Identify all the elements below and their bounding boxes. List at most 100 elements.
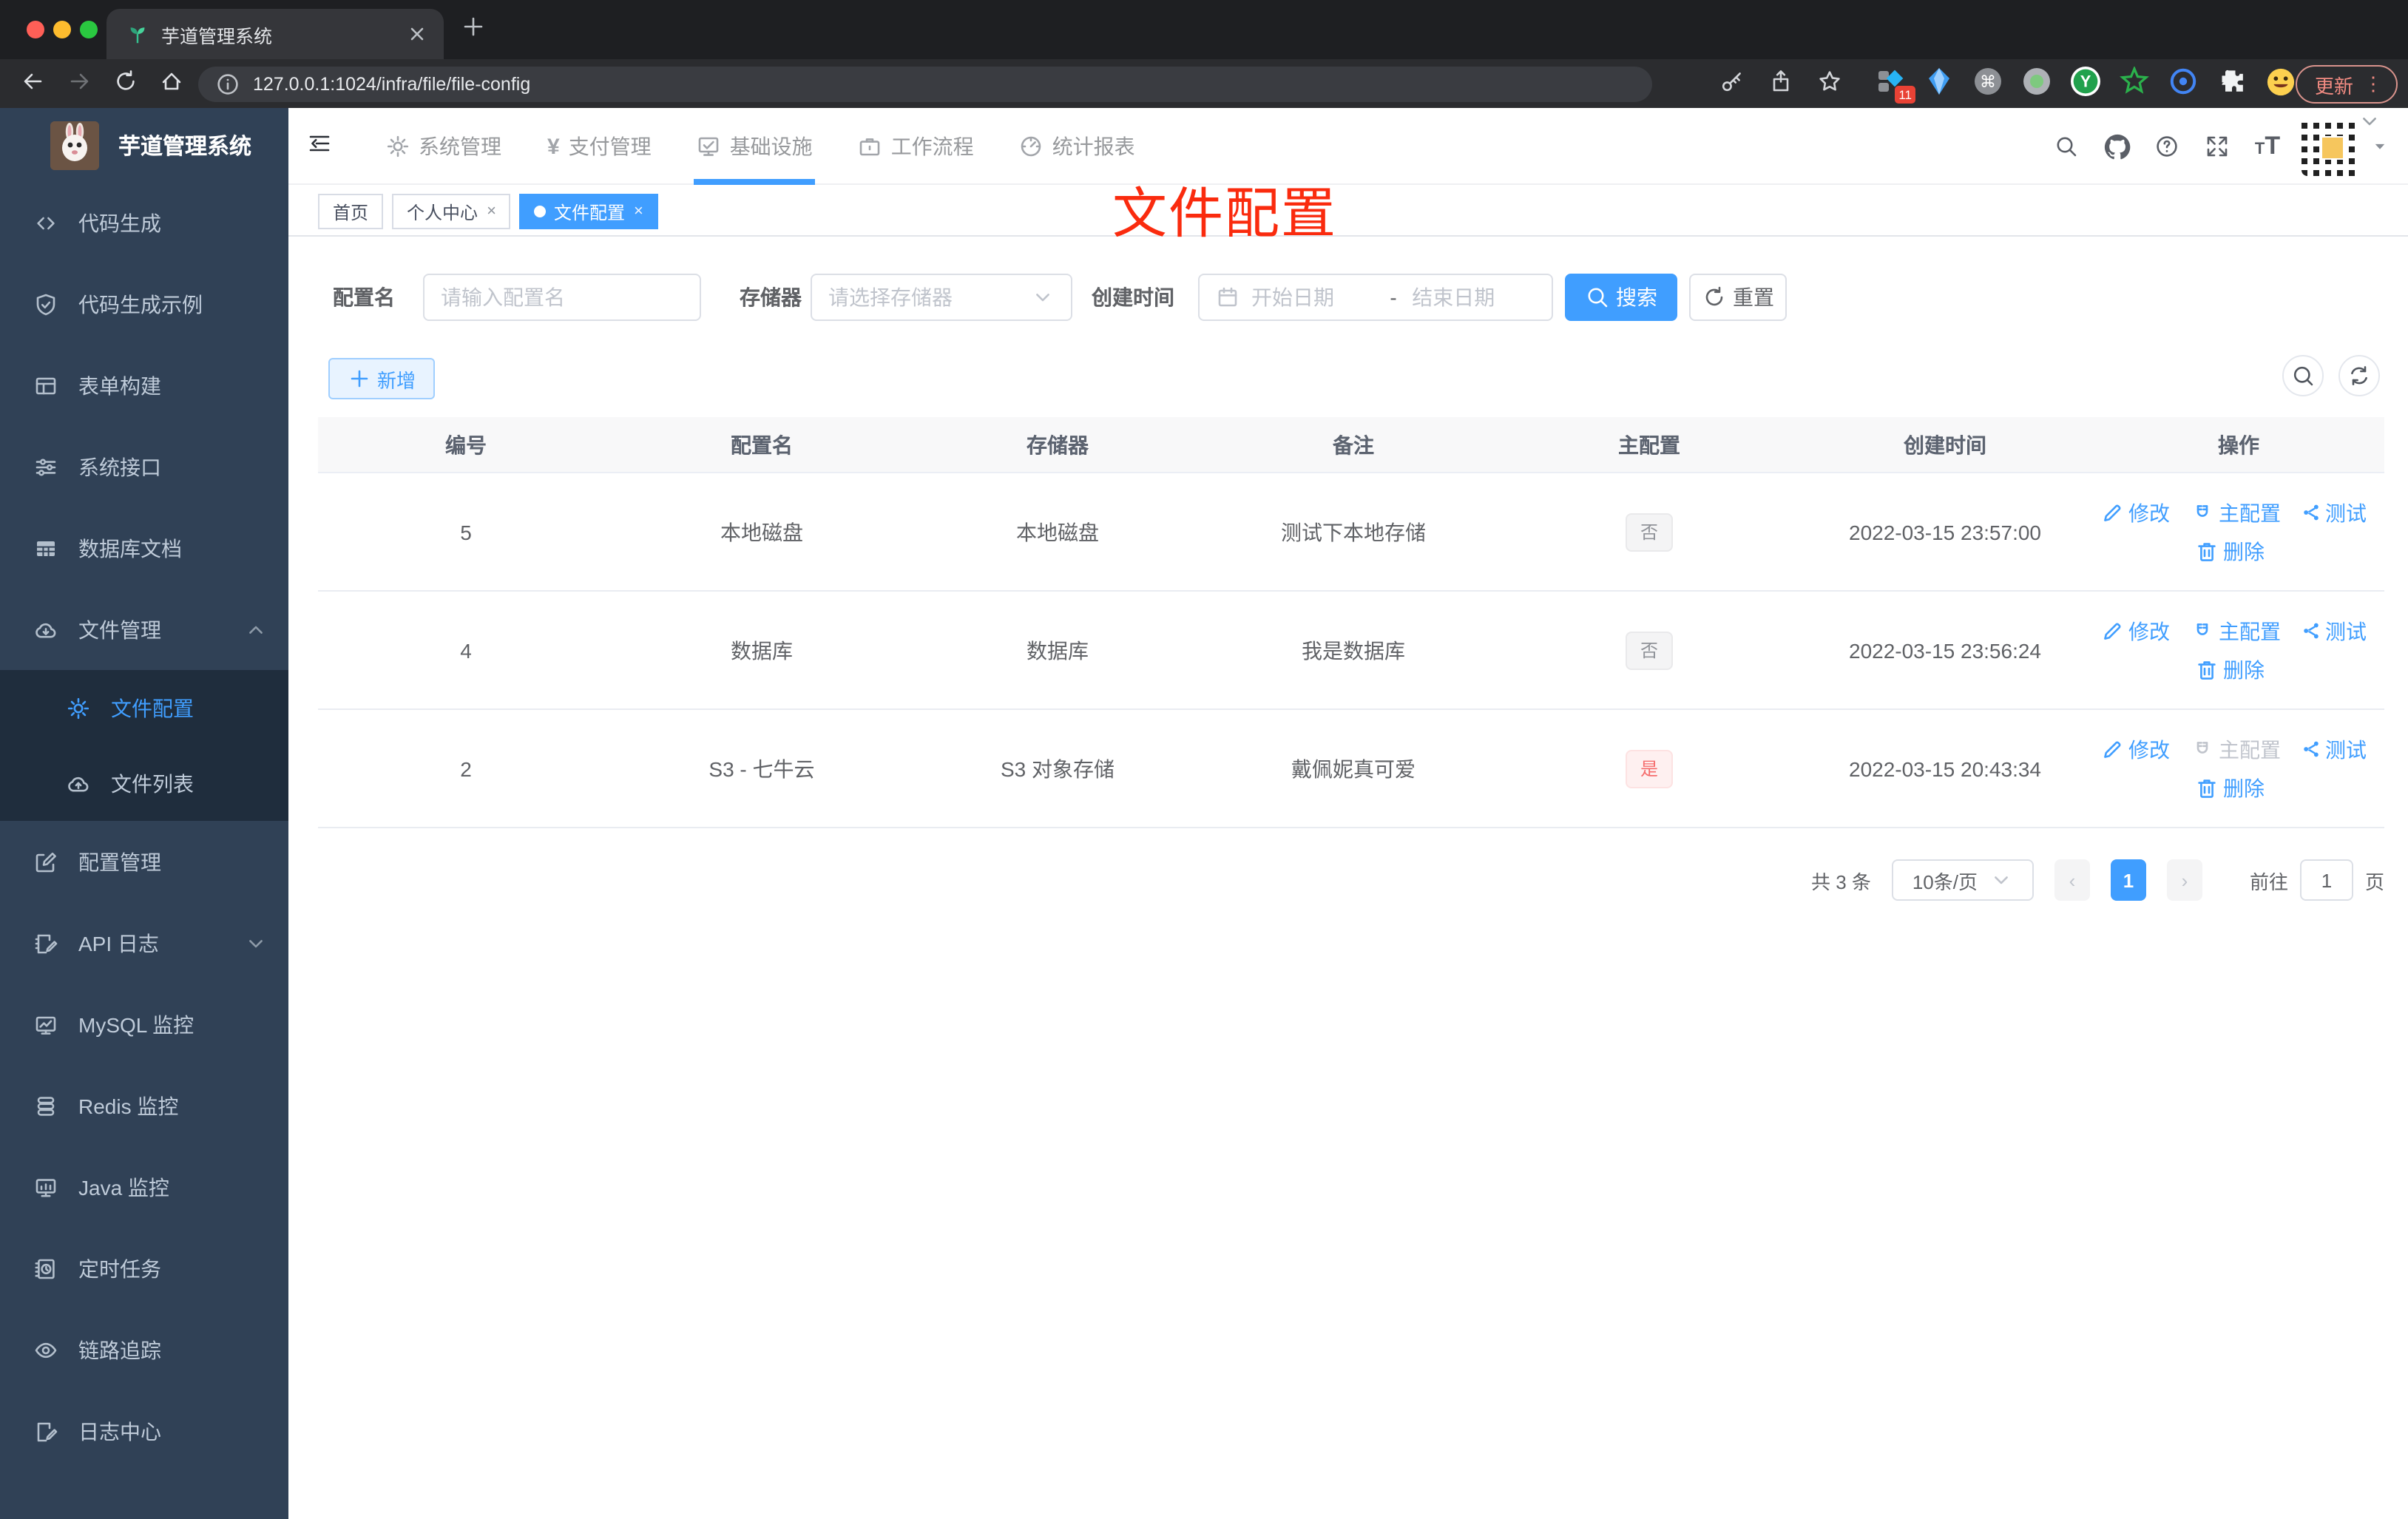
edit-action[interactable]: 修改 <box>2100 616 2170 646</box>
master-action[interactable]: 主配置 <box>2191 498 2281 527</box>
master-action[interactable]: 主配置 <box>2191 616 2281 646</box>
sidebar-item-6[interactable]: 配置管理 <box>0 821 288 902</box>
prev-page-button[interactable]: ‹ <box>2054 859 2090 901</box>
sliders-icon <box>33 455 59 478</box>
back-icon[interactable] <box>21 70 44 93</box>
bookmark-star-icon[interactable] <box>1818 70 1841 93</box>
url-bar[interactable]: 127.0.0.1:1024/infra/file/file-config <box>198 67 1652 102</box>
svg-text:⌘: ⌘ <box>1980 72 1996 91</box>
reset-button[interactable]: 重置 <box>1689 274 1787 321</box>
test-action[interactable]: 测试 <box>2302 734 2367 764</box>
avatar[interactable] <box>2302 117 2361 176</box>
ext-rings-icon[interactable] <box>2168 67 2198 96</box>
date-range-picker[interactable]: 开始日期 - 结束日期 <box>1198 274 1553 321</box>
storage-select[interactable]: 请选择存储器 <box>811 274 1072 321</box>
sidebar-subitem-1[interactable]: 文件列表 <box>0 745 288 821</box>
column-header-3: 备注 <box>1333 433 1374 456</box>
toolbar-collapse-chevron-icon[interactable] <box>2358 109 2381 133</box>
nav-item-0[interactable]: 系统管理 <box>383 108 504 185</box>
nav-item-3[interactable]: 工作流程 <box>856 108 977 185</box>
sidebar-item-4[interactable]: 数据库文档 <box>0 507 288 589</box>
page-1-button[interactable]: 1 <box>2110 859 2146 901</box>
traffic-zoom-button[interactable] <box>80 21 98 38</box>
browser-tab[interactable]: 芋道管理系统 <box>106 9 444 59</box>
github-icon[interactable] <box>2091 132 2142 160</box>
page-size-select[interactable]: 10条/页 <box>1891 859 2034 901</box>
filter-storage-label: 存储器 <box>740 285 802 309</box>
cell-remark: 戴佩妮真可爱 <box>1291 757 1416 780</box>
delete-action[interactable]: 删除 <box>2195 654 2265 684</box>
font-size-icon[interactable]: TT <box>2242 133 2293 160</box>
ext-cmd-icon[interactable]: ⌘ <box>1973 67 2003 96</box>
plus-icon <box>348 367 371 390</box>
browser-update-button[interactable]: 更新 ⋮ <box>2296 65 2398 104</box>
cell-id: 2 <box>460 757 472 780</box>
tag-1[interactable]: 个人中心 × <box>392 194 511 229</box>
delete-action[interactable]: 删除 <box>2195 536 2265 566</box>
tag-2[interactable]: 文件配置 × <box>519 194 658 229</box>
main-content: 配置名 请输入配置名 存储器 请选择存储器 创建时间 开始日期 - 结束日期 搜… <box>288 237 2408 1519</box>
ext-greendot-icon[interactable] <box>2022 67 2052 96</box>
forward-icon[interactable] <box>68 70 92 93</box>
ext-puzzle-icon[interactable] <box>2217 67 2247 96</box>
edit-action[interactable]: 修改 <box>2100 498 2170 527</box>
infra-icon <box>697 135 721 158</box>
table-refresh-button[interactable] <box>2338 355 2380 396</box>
home-icon[interactable] <box>160 70 183 93</box>
collapse-sidebar-icon[interactable] <box>308 132 331 155</box>
tab-close-icon[interactable] <box>405 22 429 46</box>
ext-ycircle-icon[interactable]: Y <box>2071 67 2100 96</box>
goto-page-input[interactable]: 1 <box>2299 859 2353 901</box>
share-icon[interactable] <box>1769 70 1793 93</box>
tag-close-icon[interactable]: × <box>634 203 643 220</box>
avatar-caret-icon[interactable] <box>2373 139 2387 154</box>
ext-emoji-icon[interactable] <box>2266 67 2296 96</box>
sidebar-item-3[interactable]: 系统接口 <box>0 426 288 507</box>
master-action[interactable]: 主配置 <box>2191 734 2281 764</box>
add-button[interactable]: 新增 <box>328 358 435 399</box>
sidebar-item-0[interactable]: 代码生成 <box>0 182 288 263</box>
config-name-input[interactable]: 请输入配置名 <box>423 274 701 321</box>
site-info-icon[interactable] <box>216 72 240 96</box>
password-key-icon[interactable] <box>1720 70 1744 93</box>
filter-name-label: 配置名 <box>333 285 395 309</box>
screen: 芋道管理系统 127.0.0.1:1024/infra/file/file-co… <box>0 0 2408 1519</box>
search-button[interactable]: 搜索 <box>1565 274 1677 321</box>
ext-gem-icon[interactable] <box>1924 67 1954 96</box>
delete-action[interactable]: 删除 <box>2195 773 2265 802</box>
help-icon[interactable] <box>2142 135 2192 158</box>
reload-icon[interactable] <box>114 70 138 93</box>
sidebar-item-8[interactable]: MySQL 监控 <box>0 984 288 1065</box>
cell-id: 5 <box>460 520 472 544</box>
cell-name: 本地磁盘 <box>720 520 803 544</box>
sidebar-item-11[interactable]: 定时任务 <box>0 1228 288 1309</box>
ext-diamond-icon[interactable]: 11 <box>1876 67 1915 104</box>
sidebar-item-9[interactable]: Redis 监控 <box>0 1065 288 1146</box>
sidebar-item-13[interactable]: 日志中心 <box>0 1390 288 1472</box>
sidebar-item-10[interactable]: Java 监控 <box>0 1146 288 1228</box>
tag-close-icon[interactable]: × <box>487 203 496 220</box>
sidebar-item-12[interactable]: 链路追踪 <box>0 1309 288 1390</box>
tag-0[interactable]: 首页× <box>318 194 384 229</box>
sidebar-logo[interactable]: 芋道管理系统 <box>0 108 288 182</box>
briefcase-icon <box>859 135 882 158</box>
traffic-close-button[interactable] <box>27 21 44 38</box>
ext-star-icon[interactable] <box>2120 67 2149 96</box>
new-tab-button[interactable] <box>461 15 485 38</box>
nav-item-2[interactable]: 基础设施 <box>694 108 816 185</box>
test-action[interactable]: 测试 <box>2302 498 2367 527</box>
search-icon[interactable] <box>2041 135 2091 158</box>
edit-action[interactable]: 修改 <box>2100 734 2170 764</box>
sidebar-item-5[interactable]: 文件管理 <box>0 589 288 670</box>
fullscreen-icon[interactable] <box>2192 135 2242 158</box>
browser-menu-icon[interactable]: ⋮ <box>2364 72 2383 96</box>
nav-item-1[interactable]: ¥ 支付管理 <box>544 108 655 185</box>
next-page-button[interactable]: › <box>2166 859 2202 901</box>
test-action[interactable]: 测试 <box>2302 616 2367 646</box>
sidebar-item-1[interactable]: 代码生成示例 <box>0 263 288 345</box>
sidebar-subitem-0[interactable]: 文件配置 <box>0 670 288 745</box>
table-search-toggle-button[interactable] <box>2282 355 2324 396</box>
sidebar-item-2[interactable]: 表单构建 <box>0 345 288 426</box>
sidebar-item-7[interactable]: API 日志 <box>0 902 288 984</box>
traffic-minimize-button[interactable] <box>53 21 71 38</box>
